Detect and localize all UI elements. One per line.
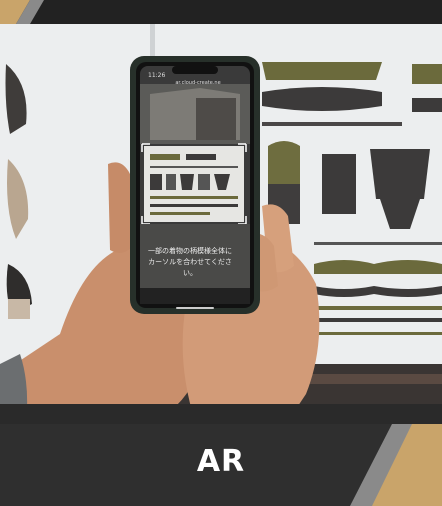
- phone-address-bar: ar.cloud-create.ne: [175, 80, 221, 86]
- phone-instruction-line-2: カーソルを合わせてください。: [148, 258, 232, 277]
- feature-title: AR: [196, 444, 246, 479]
- phone-status-time: 11:26: [148, 72, 166, 79]
- ar-feature-card[interactable]: 11:26 ar.cloud-create.ne 一部の着物の柄模様全体に カー…: [0, 0, 442, 506]
- top-bar: [0, 0, 442, 24]
- top-corner-accent: [0, 0, 44, 24]
- phone-instruction-line-1: 一部の着物の柄模様全体に: [148, 247, 232, 255]
